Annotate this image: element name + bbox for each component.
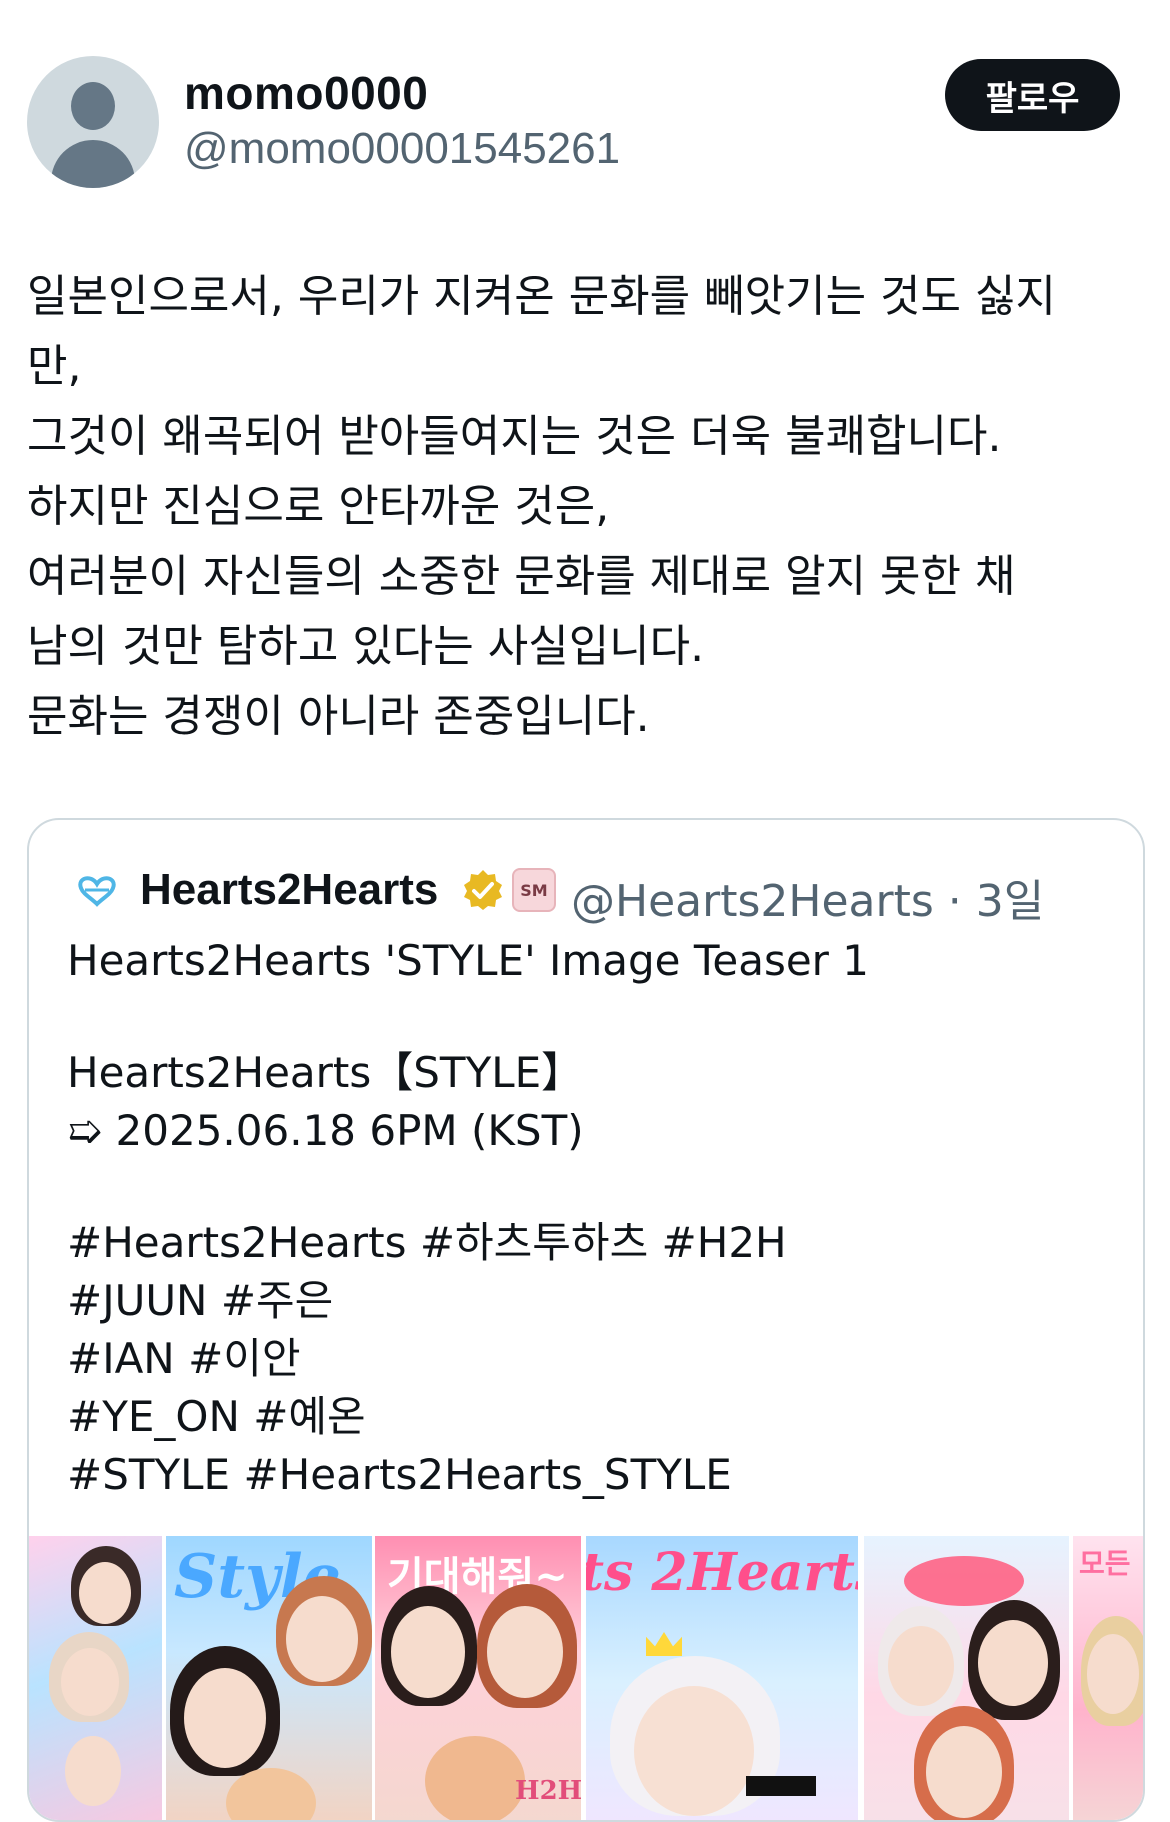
teaser-photo-6[interactable]: 모든	[1073, 1536, 1143, 1820]
quoted-line: Hearts2Hearts【STYLE】	[67, 1048, 584, 1097]
teaser-photo-1[interactable]	[29, 1536, 162, 1820]
quoted-line[interactable]: #YE_ON #예온	[67, 1388, 1107, 1446]
quoted-line[interactable]: #Hearts2Hearts #하츠투하츠 #H2H	[67, 1214, 1107, 1272]
tweet-line: 남의 것만 탐하고 있다는 사실입니다.	[27, 621, 705, 672]
teaser-photo-3[interactable]: 기대해줘~ H2H	[375, 1536, 581, 1820]
h2h-stamp-text: H2H	[515, 1776, 581, 1806]
tweet-line: 만,	[27, 341, 82, 392]
teaser-photo-2[interactable]: Style	[166, 1536, 372, 1820]
hearts2hearts-logo-icon[interactable]	[77, 874, 117, 910]
quoted-line	[67, 990, 1107, 1044]
tweet-line: 문화는 경쟁이 아니라 존중입니다.	[27, 691, 650, 742]
quoted-line[interactable]: #JUUN #주은	[67, 1272, 1107, 1330]
affiliate-badge-icon[interactable]: SM	[512, 868, 556, 912]
teaser-photo-4[interactable]: ts 2Hearts	[586, 1536, 858, 1820]
quoted-tweet-text: Hearts2Hearts 'STYLE' Image Teaser 1 Hea…	[67, 932, 1107, 1504]
tweet-line: 하지만 진심으로 안타까운 것은,	[27, 481, 610, 532]
tweet-text: 일본인으로서, 우리가 지켜온 문화를 빼앗기는 것도 싫지 만, 그것이 왜곡…	[27, 262, 1137, 752]
quoted-line	[67, 1160, 1107, 1214]
default-avatar-icon[interactable]	[27, 56, 159, 188]
edge-overlay-text: 모든	[1079, 1547, 1131, 1580]
author-handle[interactable]: @momo00001545261	[184, 124, 620, 174]
tweet-header: momo0000 @momo00001545261 팔로우	[0, 0, 1170, 200]
tweet-line: 일본인으로서, 우리가 지켜온 문화를 빼앗기는 것도 싫지	[27, 271, 1056, 322]
quoted-author-name[interactable]: Hearts2Hearts	[140, 865, 438, 915]
quoted-tweet-header: Hearts2Hearts SM @Hearts2Hearts · 3일	[29, 862, 1143, 927]
tweet-line: 그것이 왜곡되어 받아들여지는 것은 더욱 불쾌합니다.	[27, 411, 1002, 462]
hearts-overlay-text: ts 2Hearts	[586, 1542, 858, 1603]
quoted-line[interactable]: #STYLE #Hearts2Hearts_STYLE	[67, 1446, 1107, 1504]
follow-button[interactable]: 팔로우	[945, 59, 1120, 131]
media-strip[interactable]: Style 기대해줘~ H2H ts 2Hearts	[29, 1536, 1143, 1820]
quoted-tweet-card[interactable]: Hearts2Hearts SM @Hearts2Hearts · 3일 Hea…	[27, 818, 1145, 1822]
quoted-line: ➯ 2025.06.18 6PM (KST)	[67, 1106, 584, 1155]
tweet-line: 여러분이 자신들의 소중한 문화를 제대로 알지 못한 채	[27, 551, 1016, 602]
verified-badge-icon	[464, 870, 502, 910]
quoted-line[interactable]: #IAN #이안	[67, 1330, 1107, 1388]
quoted-line: Hearts2Hearts 'STYLE' Image Teaser 1	[67, 936, 870, 985]
author-display-name[interactable]: momo0000	[184, 66, 428, 120]
teaser-photo-5[interactable]	[864, 1536, 1069, 1820]
quoted-handle-time[interactable]: @Hearts2Hearts · 3일	[571, 865, 1044, 929]
